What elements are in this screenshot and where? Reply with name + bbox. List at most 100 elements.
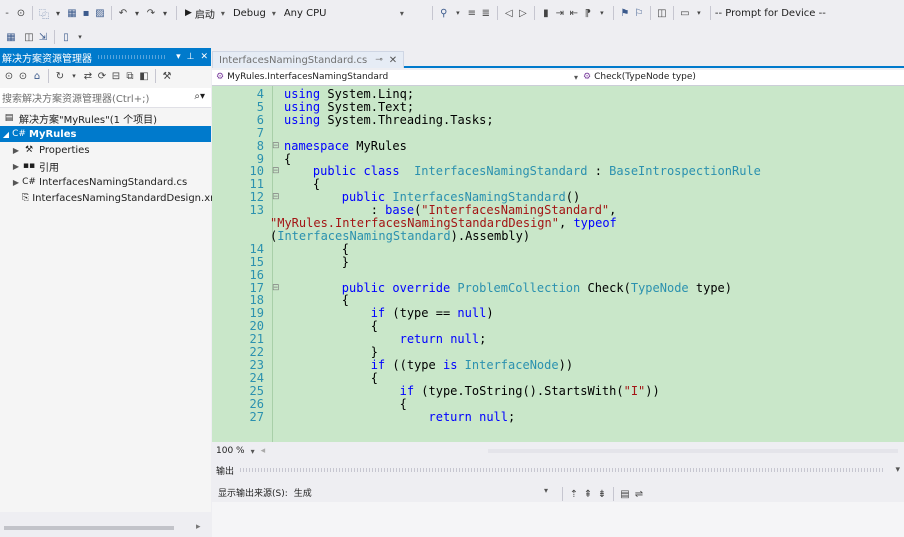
collapse-region-icon[interactable]: ⊟	[272, 191, 284, 203]
dropdown-arrow-icon[interactable]: ▾	[130, 4, 144, 22]
device-select[interactable]: -- Prompt for Device --	[715, 4, 830, 22]
configuration-select[interactable]: Debug ▾	[229, 4, 280, 22]
bookmark-prev-icon[interactable]: ◁	[502, 4, 516, 22]
start-label: 启动	[194, 9, 215, 21]
dropdown-arrow-icon[interactable]: ▾	[251, 447, 255, 456]
back-icon[interactable]: ⊙	[2, 67, 16, 85]
expand-arrow-icon[interactable]: ▶	[10, 146, 22, 155]
code-line: }	[284, 254, 350, 269]
view-icon[interactable]: ◧	[137, 67, 151, 85]
attach-process-icon[interactable]: ▦	[4, 28, 18, 46]
breakpoint-icon[interactable]: ◫	[22, 28, 36, 46]
tree-item-label: 解决方案"MyRules"(1 个项目)	[19, 114, 158, 126]
toolbar-separator	[32, 6, 33, 20]
word-wrap-icon[interactable]: ⇌	[632, 485, 646, 503]
code-editor[interactable]: 4 using System.Linq; 5 using System.Text; 6 u…	[212, 86, 904, 442]
undo-icon[interactable]: ↶	[116, 4, 130, 22]
deploy-icon[interactable]: ⚐	[632, 4, 646, 22]
find-message-icon[interactable]: ⇡	[567, 485, 581, 503]
output-text-area[interactable]	[212, 502, 904, 537]
next-message-icon[interactable]: ⇟	[595, 485, 609, 503]
output-source-select[interactable]: 生成	[294, 486, 312, 499]
tree-item-label: InterfacesNamingStandard.cs	[39, 176, 188, 188]
dropdown-arrow-icon[interactable]: ▾	[451, 4, 465, 22]
tree-item-references[interactable]: ▶ ▪▪ 引用	[0, 158, 211, 174]
dropdown-arrow-icon[interactable]: ▾	[595, 4, 609, 22]
close-tab-icon[interactable]: ✕	[389, 55, 397, 66]
expand-arrow-icon[interactable]: ▶	[10, 162, 22, 171]
collapse-arrow-icon[interactable]: ◢	[0, 130, 12, 139]
dropdown-arrow-icon[interactable]: ▾	[73, 28, 87, 46]
indent-icon[interactable]: ⇥	[553, 4, 567, 22]
member-navigation-dropdown[interactable]: ⚙ Check(TypeNode type)	[580, 72, 900, 82]
start-debug-button[interactable]: ▶ 启动 ▾	[181, 4, 229, 22]
uncomment-icon[interactable]: ≣	[479, 4, 493, 22]
device-icon[interactable]: ▭	[678, 4, 692, 22]
collapse-all-icon[interactable]: ⊟	[109, 67, 123, 85]
pin-tab-icon[interactable]: ⊸	[375, 55, 383, 65]
sync-icon[interactable]: ⇄	[81, 67, 95, 85]
find-icon[interactable]: ⚲	[437, 4, 451, 22]
prev-message-icon[interactable]: ⇞	[581, 485, 595, 503]
dropdown-arrow-icon[interactable]: ▾	[692, 4, 706, 22]
properties-icon[interactable]: ⚒	[160, 67, 174, 85]
solution-icon: ▤	[4, 113, 14, 123]
back-nav-icon[interactable]: -	[0, 4, 14, 22]
comment-icon[interactable]: ≡	[465, 4, 479, 22]
step-into-icon[interactable]: ⇲	[36, 28, 50, 46]
tree-item-project[interactable]: ◢ C# MyRules	[0, 126, 211, 142]
scroll-left-icon[interactable]: ◂	[261, 446, 266, 456]
save-all-icon[interactable]: ▨	[93, 4, 107, 22]
search-icon[interactable]: ⌕▾	[194, 91, 205, 102]
refresh-icon[interactable]: ⟳	[95, 67, 109, 85]
platform-dropdown[interactable]: ▾	[400, 4, 428, 22]
type-navigation-dropdown[interactable]: ⚙ MyRules.InterfacesNamingStandard ▾	[216, 72, 578, 82]
zoom-level[interactable]: 100 %	[216, 446, 245, 456]
close-icon[interactable]: ✕	[200, 52, 208, 62]
dropdown-arrow-icon[interactable]: ▾	[51, 4, 65, 22]
output-source-label: 显示输出来源(S):	[218, 488, 288, 499]
outdent-icon[interactable]: ⇤	[567, 4, 581, 22]
tree-item-solution[interactable]: ▤ 解决方案"MyRules"(1 个项目)	[0, 110, 211, 126]
window-options-icon[interactable]: ▾	[176, 52, 181, 62]
line-number: 14	[249, 241, 264, 256]
bookmark-icon[interactable]: ▮	[539, 4, 553, 22]
dropdown-arrow-icon[interactable]: ▾	[67, 67, 81, 85]
tree-item-xml-file[interactable]: ⎘ InterfacesNamingStandardDesign.xml	[0, 190, 223, 206]
window-options-icon[interactable]: ▾	[895, 465, 900, 475]
tree-item-cs-file[interactable]: ▶ C# InterfacesNamingStandard.cs	[0, 174, 211, 190]
type-navigation-value: MyRules.InterfacesNamingStandard	[227, 72, 389, 82]
dropdown-arrow-icon[interactable]: ▾	[544, 486, 548, 495]
save-icon[interactable]: ▪	[79, 4, 93, 22]
clear-all-icon[interactable]: ▤	[618, 485, 632, 503]
tab-interfaces-naming-standard[interactable]: InterfacesNamingStandard.cs ⊸ ✕	[212, 51, 405, 68]
solution-search-box[interactable]: 搜索解决方案资源管理器(Ctrl+;) ⌕▾	[0, 88, 211, 108]
pin-icon[interactable]: ⊥	[187, 52, 195, 62]
home-icon[interactable]: ⌂	[30, 67, 44, 85]
window-layout-icon[interactable]: ◫	[655, 4, 669, 22]
collapse-region-icon[interactable]: ⊟	[272, 282, 284, 294]
collapse-region-icon[interactable]: ⊟	[272, 140, 284, 152]
history-icon[interactable]: ↻	[53, 67, 67, 85]
line-number: 16	[249, 267, 264, 282]
format-icon[interactable]: ⁋	[581, 4, 595, 22]
toolbar-separator	[496, 6, 498, 20]
open-file-icon[interactable]: ▦	[65, 4, 79, 22]
editor-hscrollbar[interactable]	[488, 449, 898, 453]
forward-icon[interactable]: ⊙	[16, 67, 30, 85]
output-panel-titlebar[interactable]: 输出 ▾	[212, 462, 904, 478]
show-all-files-icon[interactable]: ⧉	[123, 67, 137, 85]
document-icon[interactable]: ▯	[59, 28, 73, 46]
new-project-icon[interactable]: ⿻	[37, 4, 51, 22]
expand-arrow-icon[interactable]: ▶	[10, 178, 22, 187]
tree-item-properties[interactable]: ▶ ⚒ Properties	[0, 142, 211, 158]
bookmark-next-icon[interactable]: ▷	[516, 4, 530, 22]
redo-icon[interactable]: ↷	[144, 4, 158, 22]
platform-select[interactable]: Any CPU	[280, 4, 400, 22]
line-number: 24	[249, 370, 264, 385]
forward-nav-icon[interactable]: ⊙	[14, 4, 28, 22]
collapse-region-icon[interactable]: ⊟	[272, 165, 284, 177]
solution-explorer-titlebar[interactable]: 解决方案资源管理器 ▾ ⊥ ✕	[0, 48, 211, 66]
publish-icon[interactable]: ⚑	[618, 4, 632, 22]
dropdown-arrow-icon[interactable]: ▾	[158, 4, 172, 22]
